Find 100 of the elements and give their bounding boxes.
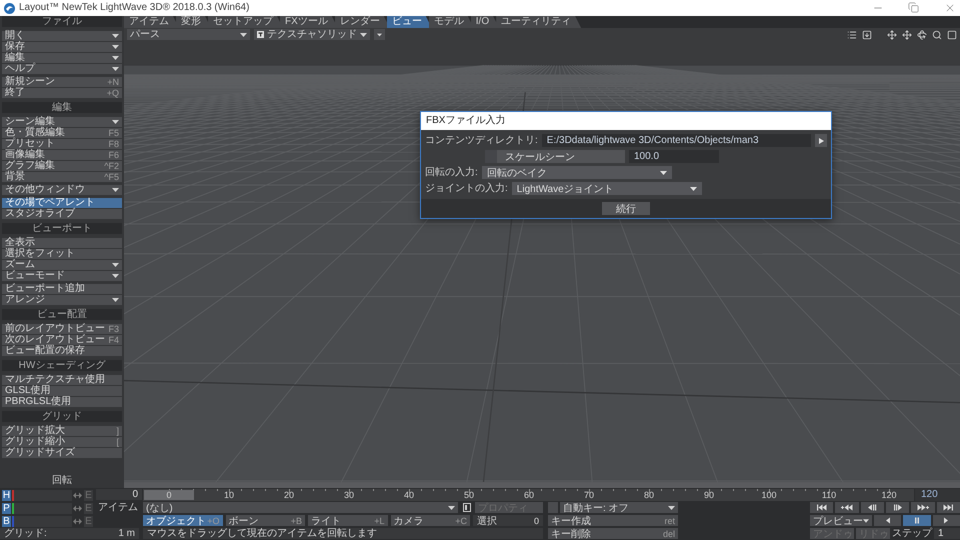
- tab[interactable]: アイテム: [124, 16, 179, 28]
- scale-field[interactable]: 100.0: [629, 150, 719, 163]
- selection-field[interactable]: 選択 0: [473, 515, 543, 526]
- item-type-button[interactable]: オブジェクト+O: [143, 515, 222, 526]
- tab[interactable]: レンダー: [334, 16, 390, 28]
- menu-item[interactable]: ビューモード: [2, 271, 122, 281]
- tab[interactable]: FXツール: [280, 16, 338, 28]
- browse-button[interactable]: [815, 134, 827, 147]
- grid-size-field[interactable]: グリッド: 1 m: [0, 528, 139, 539]
- menu-item[interactable]: PBRGLSL使用: [2, 397, 122, 407]
- transport-button[interactable]: [810, 502, 834, 513]
- end-frame-field[interactable]: 120: [915, 489, 960, 501]
- item-type-button[interactable]: ボーン +B: [226, 515, 305, 526]
- transport-button[interactable]: [936, 502, 960, 513]
- menu-item[interactable]: 全表示: [2, 238, 122, 248]
- item-type-button[interactable]: ライト +L: [308, 515, 388, 526]
- menu-item[interactable]: グリッドサイズ: [2, 448, 122, 458]
- transport-button[interactable]: [835, 502, 859, 513]
- menu-item[interactable]: ビュー配置の保存: [2, 346, 122, 356]
- menu-item[interactable]: ヘルプ: [2, 64, 122, 74]
- menu-item[interactable]: 保存: [2, 42, 122, 52]
- close-icon[interactable]: [944, 2, 956, 14]
- tab[interactable]: 変形: [176, 16, 211, 28]
- preview-dropdown[interactable]: プレビュー: [810, 515, 872, 526]
- item-type-button[interactable]: カメラ +C: [390, 515, 470, 526]
- menu-item[interactable]: 開く: [2, 31, 122, 41]
- arrows-icon[interactable]: [73, 492, 82, 498]
- delete-key-button[interactable]: キー削除 del: [548, 528, 678, 539]
- view-mode-dropdown[interactable]: パース: [127, 29, 250, 40]
- step-field[interactable]: 1: [934, 528, 960, 539]
- menu-item[interactable]: スタジオライブ: [2, 209, 122, 219]
- menu-item[interactable]: マルチテクスチャ使用: [2, 375, 122, 385]
- shading-dropdown[interactable]: テクスチャソリッド: [254, 29, 370, 40]
- panel-icon[interactable]: [461, 502, 472, 513]
- menu-item[interactable]: その場でペアレント: [2, 198, 122, 208]
- playback-button[interactable]: [874, 515, 902, 526]
- frame-label: 50: [462, 489, 475, 501]
- auto-key-toggle[interactable]: [548, 502, 558, 513]
- path-field[interactable]: E:/3Ddata/lightwave 3D/Contents/Objects/man3: [542, 134, 811, 147]
- menu-item[interactable]: 終了 +Q: [2, 88, 122, 98]
- menu-item[interactable]: 色・質感編集 F5: [2, 128, 122, 138]
- auto-key-dropdown[interactable]: 自動キー: オフ: [560, 502, 678, 513]
- shortcut-label: +B: [290, 516, 302, 526]
- search-icon[interactable]: [931, 29, 942, 40]
- menu-item[interactable]: グラフ編集 ^F2: [2, 161, 122, 171]
- field-label: コンテンツディレクトリ:: [425, 134, 538, 146]
- select-dropdown[interactable]: 回転のベイク: [482, 166, 672, 179]
- tab[interactable]: セットアップ: [208, 16, 283, 28]
- caret-icon: [448, 506, 455, 510]
- options-dropdown[interactable]: [374, 29, 385, 40]
- transport-button[interactable]: [860, 502, 884, 513]
- menu-item[interactable]: 選択をフィット: [2, 249, 122, 259]
- item-dropdown[interactable]: (なし): [143, 502, 458, 513]
- caret-icon: [660, 170, 667, 174]
- tab[interactable]: ビュー: [386, 16, 432, 28]
- frame-field[interactable]: 0: [96, 489, 142, 500]
- menu-item[interactable]: 編集: [2, 53, 122, 63]
- rotate-icon[interactable]: [916, 29, 927, 40]
- transport-button[interactable]: [911, 502, 935, 513]
- caret-icon: [112, 188, 119, 192]
- menu-item[interactable]: 新規シーン +N: [2, 77, 122, 87]
- menu-item[interactable]: ズーム: [2, 260, 122, 270]
- shortcut-label: [: [116, 437, 119, 447]
- menu-item[interactable]: プリセット F8: [2, 139, 122, 149]
- menu-item[interactable]: 画像編集 F6: [2, 150, 122, 160]
- move-icon[interactable]: [886, 29, 897, 40]
- menu-item[interactable]: 次のレイアウトビュー F4: [2, 335, 122, 345]
- caret-icon: [112, 298, 119, 302]
- timeline-ruler[interactable]: 0 10 20 30 40 50 60 70 80 90 100 110 120: [143, 489, 914, 501]
- scale-checkbox[interactable]: [485, 150, 497, 163]
- select-dropdown[interactable]: LightWaveジョイント: [512, 182, 702, 195]
- fast-forward-icon: [916, 504, 929, 511]
- menu-item[interactable]: シーン編集: [2, 117, 122, 127]
- playback-button[interactable]: [932, 515, 960, 526]
- move-icon[interactable]: [901, 29, 912, 40]
- menu-item[interactable]: GLSL使用: [2, 386, 122, 396]
- section-header: ビューポート: [2, 223, 122, 234]
- arrows-icon[interactable]: [73, 518, 82, 524]
- square-icon[interactable]: [946, 29, 957, 40]
- menu-item[interactable]: 前のレイアウトビュー F3: [2, 324, 122, 334]
- continue-button[interactable]: 続行: [602, 202, 650, 215]
- tab[interactable]: モデル: [428, 16, 474, 28]
- item-label: アイテム: [97, 502, 139, 514]
- transport-button[interactable]: [886, 502, 910, 513]
- restore-icon[interactable]: [908, 2, 920, 14]
- frame-label: 120: [880, 489, 898, 501]
- timeline-slider-thumb[interactable]: [144, 490, 194, 500]
- frame-label: 100: [760, 489, 778, 501]
- menu-item[interactable]: アレンジ: [2, 295, 122, 305]
- scale-scene-button[interactable]: スケールシーン: [485, 150, 625, 163]
- menu-item[interactable]: 背景 ^F5: [2, 172, 122, 182]
- create-key-button[interactable]: キー作成 ret: [548, 515, 678, 526]
- menu-item[interactable]: グリッド縮小 [: [2, 437, 122, 447]
- arrows-icon[interactable]: [73, 504, 82, 512]
- grid-label: グリッド:: [4, 528, 47, 539]
- tab[interactable]: ユーティリティ: [496, 16, 582, 28]
- menu-item[interactable]: ビューポート追加: [2, 284, 122, 294]
- menu-item[interactable]: その他ウィンドウ: [2, 185, 122, 195]
- playback-button[interactable]: [903, 515, 931, 526]
- menu-item[interactable]: グリッド拡大 ]: [2, 426, 122, 436]
